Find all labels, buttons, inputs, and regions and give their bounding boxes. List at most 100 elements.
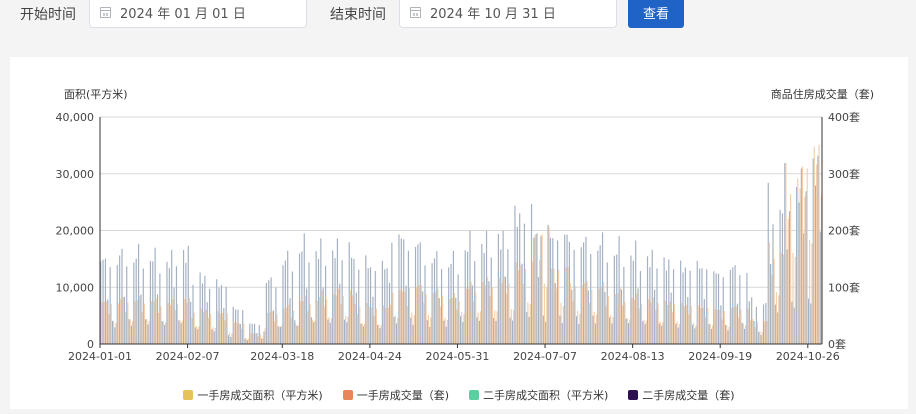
count-bar xyxy=(366,302,368,344)
count-bar xyxy=(193,312,195,344)
count-bar xyxy=(806,168,808,344)
calendar-icon xyxy=(100,6,111,18)
count-bar xyxy=(191,317,193,344)
area-bar xyxy=(762,304,765,344)
count-bar xyxy=(371,307,373,344)
count-bar xyxy=(375,308,377,344)
count-bar xyxy=(797,178,799,344)
area-bar xyxy=(497,233,499,344)
count-bar xyxy=(728,326,730,344)
count-bar xyxy=(437,288,439,344)
count-bar xyxy=(247,338,250,344)
area-bar xyxy=(253,323,256,344)
area-bar xyxy=(511,320,514,344)
area-bar xyxy=(516,226,518,344)
count-bar xyxy=(124,312,127,344)
count-bar xyxy=(603,282,605,344)
count-bar xyxy=(117,303,119,344)
area-bar xyxy=(119,255,121,344)
count-bar xyxy=(468,289,470,344)
area-bar xyxy=(722,277,724,344)
count-bar xyxy=(439,306,441,344)
count-bar xyxy=(236,323,238,344)
count-bar xyxy=(550,268,553,344)
area-bar xyxy=(687,297,689,344)
area-bar xyxy=(374,271,376,344)
area-bar xyxy=(398,234,400,344)
count-bar xyxy=(470,281,472,344)
count-bar xyxy=(505,293,508,344)
area-bar xyxy=(720,305,722,344)
area-bar xyxy=(611,323,613,344)
query-button[interactable]: 查看 xyxy=(628,0,684,28)
legend-item[interactable]: 一手房成交面积（平方米) xyxy=(183,387,323,403)
area-bar xyxy=(575,316,578,344)
area-bar xyxy=(135,258,137,344)
area-bar xyxy=(549,237,552,344)
area-bar xyxy=(748,301,750,344)
area-bar xyxy=(812,158,814,344)
count-bar xyxy=(655,309,657,344)
area-bar xyxy=(533,237,535,344)
end-date-picker[interactable]: 2024 年 10 月 31 日 xyxy=(399,0,617,28)
area-bar xyxy=(514,205,516,344)
area-bar xyxy=(585,236,587,344)
count-bar xyxy=(629,319,631,344)
area-bar xyxy=(743,328,746,344)
area-bar xyxy=(429,326,431,344)
area-bar xyxy=(265,283,267,344)
count-bar xyxy=(167,302,169,344)
count-bar xyxy=(148,321,150,344)
count-bar xyxy=(139,296,141,344)
area-bar xyxy=(109,267,111,344)
right-tick-label: 200套 xyxy=(828,225,860,238)
count-bar xyxy=(818,144,820,344)
area-bar xyxy=(601,232,604,344)
area-bar xyxy=(753,320,755,344)
area-bar xyxy=(729,269,731,344)
area-bar xyxy=(173,287,175,344)
area-bar xyxy=(696,260,698,344)
area-bar xyxy=(781,213,784,344)
area-bar xyxy=(637,288,639,344)
count-bar xyxy=(153,301,155,344)
area-bar xyxy=(677,327,679,344)
count-bar xyxy=(489,296,491,344)
count-bar xyxy=(276,314,278,344)
count-bar xyxy=(432,293,434,344)
count-bar xyxy=(690,306,692,344)
area-bar xyxy=(710,328,713,344)
count-bar xyxy=(576,310,579,344)
area-bar xyxy=(147,324,149,344)
right-tick-label: 400套 xyxy=(828,111,860,124)
count-bar xyxy=(221,312,224,344)
count-bar xyxy=(328,317,330,344)
legend-item[interactable]: 二手房成交量（套) xyxy=(628,387,735,403)
legend-item[interactable]: 一手房成交量（套) xyxy=(342,387,449,403)
area-bar xyxy=(199,272,201,344)
area-bar xyxy=(348,242,350,344)
area-bar xyxy=(632,260,634,344)
count-bar xyxy=(240,328,243,344)
area-bar xyxy=(663,257,665,344)
area-bar xyxy=(803,233,805,344)
area-bar xyxy=(760,334,762,344)
count-bar xyxy=(113,320,115,344)
start-date-picker[interactable]: 2024 年 01 月 01 日 xyxy=(89,0,307,28)
count-bar xyxy=(768,242,770,344)
legend-item[interactable]: 二手房成交面积（平方米) xyxy=(469,387,608,403)
area-bar xyxy=(656,268,658,344)
area-bar xyxy=(689,270,691,344)
area-bar xyxy=(635,240,637,344)
count-bar xyxy=(262,338,264,344)
area-bar xyxy=(471,285,473,344)
count-bar xyxy=(808,240,811,344)
area-bar xyxy=(396,323,398,344)
count-bar xyxy=(572,300,574,344)
count-bar xyxy=(529,304,531,344)
area-bar xyxy=(734,265,736,344)
count-bar xyxy=(297,325,299,344)
count-bar xyxy=(150,301,153,344)
count-bar xyxy=(695,325,697,344)
area-bar xyxy=(393,316,395,344)
